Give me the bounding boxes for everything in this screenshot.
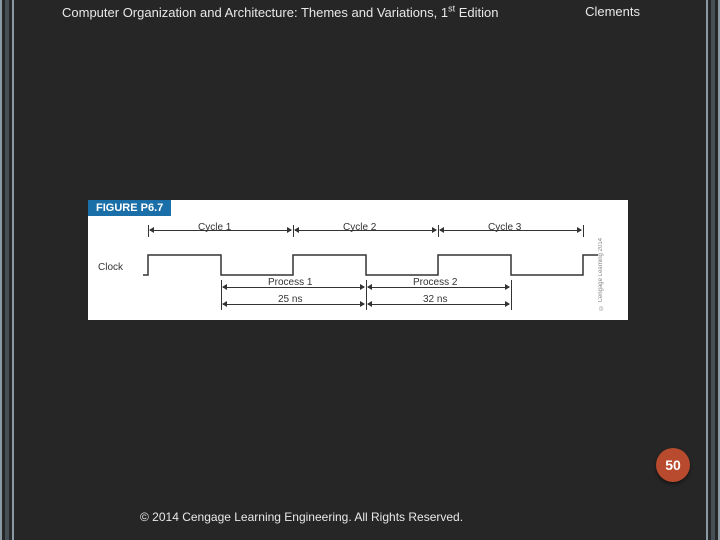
right-border bbox=[706, 0, 720, 540]
figure-panel: FIGURE P6.7 Cycle 1 Cycle 2 Cycle 3 Cloc… bbox=[88, 200, 628, 320]
left-border bbox=[0, 0, 14, 540]
process-label: Process 2 bbox=[413, 277, 457, 288]
process-label: Process 1 bbox=[268, 277, 312, 288]
page-number: 50 bbox=[665, 457, 681, 473]
tick bbox=[583, 225, 584, 237]
duration-label: 32 ns bbox=[423, 294, 447, 305]
slide-header: Computer Organization and Architecture: … bbox=[62, 4, 660, 20]
tick bbox=[511, 280, 512, 310]
author-name: Clements bbox=[585, 4, 640, 19]
timing-diagram: Cycle 1 Cycle 2 Cycle 3 Clock Process 1 … bbox=[98, 222, 608, 314]
cycle-label: Cycle 1 bbox=[198, 222, 231, 233]
clock-waveform bbox=[143, 250, 603, 280]
cycle-label: Cycle 2 bbox=[343, 222, 376, 233]
figure-copyright: © Cengage Learning 2014 bbox=[598, 238, 604, 310]
footer-copyright: © 2014 Cengage Learning Engineering. All… bbox=[140, 510, 463, 524]
duration-label: 25 ns bbox=[278, 294, 302, 305]
book-title: Computer Organization and Architecture: … bbox=[62, 5, 499, 20]
clock-label: Clock bbox=[98, 262, 123, 273]
figure-label: FIGURE P6.7 bbox=[88, 200, 171, 216]
cycle-label: Cycle 3 bbox=[488, 222, 521, 233]
page-number-badge: 50 bbox=[656, 448, 690, 482]
